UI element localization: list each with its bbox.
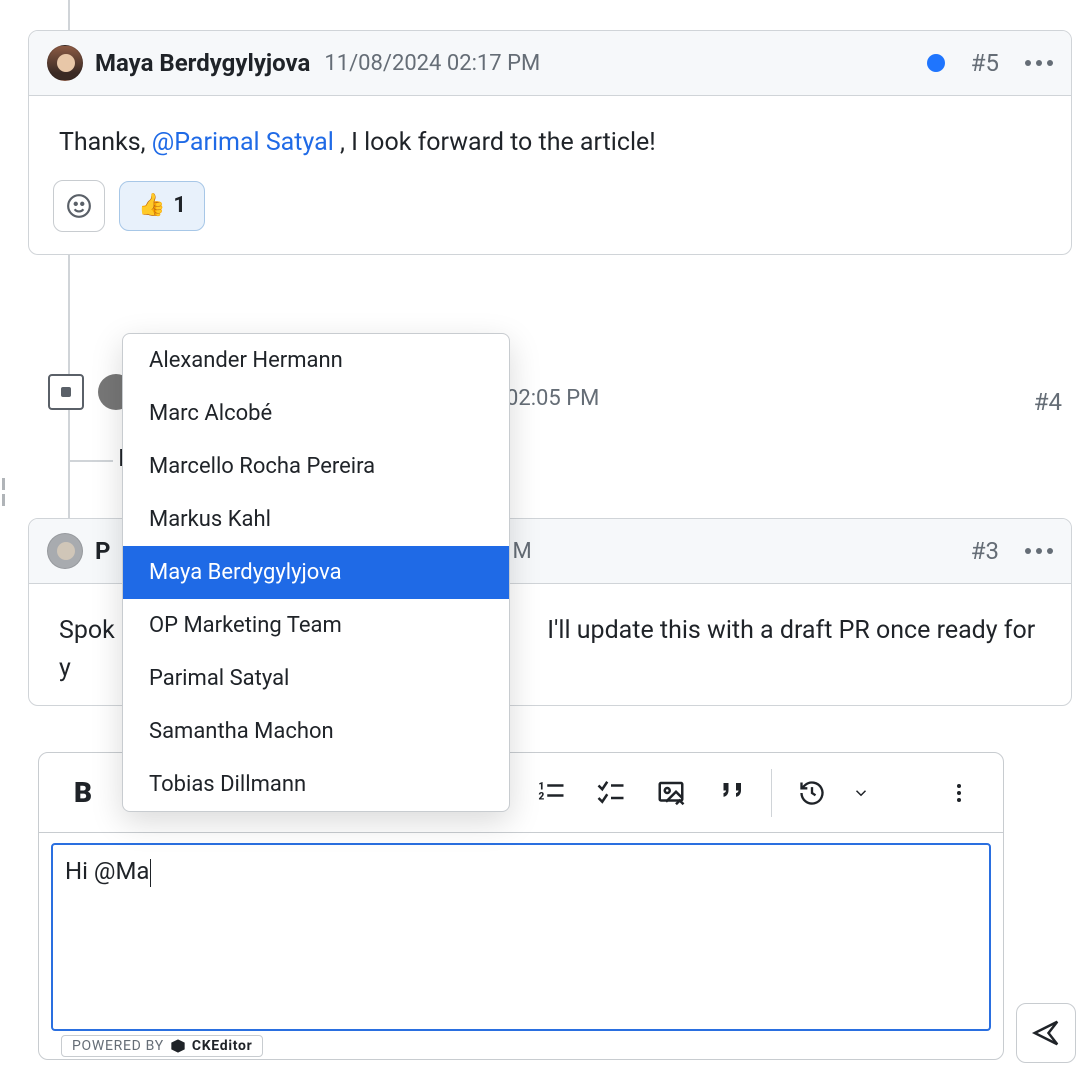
thumbsup-icon: 👍 — [138, 193, 165, 218]
comment-number[interactable]: #5 — [971, 49, 999, 77]
numbered-list-button[interactable]: 12 — [525, 767, 577, 819]
mention-suggestion[interactable]: Tobias Dillmann — [123, 758, 509, 811]
avatar[interactable] — [47, 533, 83, 569]
mention-suggestion[interactable]: Parimal Satyal — [123, 652, 509, 705]
comment-text: Spok — [59, 616, 115, 645]
mention-suggestion[interactable]: Samantha Machon — [123, 705, 509, 758]
blockquote-button[interactable] — [705, 767, 757, 819]
checklist-icon — [596, 778, 626, 808]
comment-number[interactable]: #3 — [971, 537, 999, 565]
editor-content: Hi @Ma — [65, 857, 149, 885]
history-icon — [798, 779, 826, 807]
mention-suggestion[interactable]: OP Marketing Team — [123, 599, 509, 652]
more-menu-icon[interactable] — [1025, 548, 1053, 554]
send-icon — [1031, 1018, 1061, 1048]
toolbar-separator — [771, 769, 772, 817]
history-dropdown[interactable] — [846, 767, 876, 819]
more-tools-button[interactable] — [933, 767, 985, 819]
comment-number[interactable]: #4 — [1034, 388, 1062, 416]
numbered-list-icon: 12 — [536, 778, 566, 808]
powered-brand: CKEditor — [192, 1038, 253, 1054]
image-button[interactable] — [645, 767, 697, 819]
comment-timestamp: M — [512, 539, 531, 564]
mention-link[interactable]: @Parimal Satyal — [152, 128, 334, 157]
bold-label: B — [74, 776, 92, 809]
mention-suggestion[interactable]: Maya Berdygylyjova — [123, 546, 509, 599]
bold-button[interactable]: B — [57, 767, 109, 819]
mention-suggestion[interactable]: Alexander Hermann — [123, 334, 509, 387]
more-menu-icon[interactable] — [1025, 60, 1053, 66]
mention-suggestion[interactable]: Marc Alcobé — [123, 387, 509, 440]
ckeditor-logo-icon — [170, 1038, 186, 1054]
history-button[interactable] — [786, 767, 838, 819]
comment-text: , I look forward to the article! — [334, 128, 656, 157]
kebab-icon — [947, 781, 971, 805]
image-icon — [656, 778, 686, 808]
thread-branch — [68, 460, 113, 462]
smiley-icon — [66, 193, 92, 219]
reactions-bar: 👍 1 — [29, 180, 1071, 254]
comment-author[interactable]: Maya Berdygylyjova — [95, 49, 310, 77]
checklist-button[interactable] — [585, 767, 637, 819]
mention-popup: Alexander HermannMarc AlcobéMarcello Roc… — [122, 333, 510, 812]
avatar[interactable] — [47, 45, 83, 81]
add-reaction-button[interactable] — [53, 180, 105, 232]
editor-textarea[interactable]: Hi @Ma — [51, 843, 991, 1031]
reaction-thumbsup[interactable]: 👍 1 — [119, 181, 205, 231]
comment-body: Thanks, @Parimal Satyal , I look forward… — [29, 96, 1071, 180]
comment-text: Thanks, — [59, 128, 152, 157]
send-button[interactable] — [1016, 1003, 1076, 1063]
svg-text:2: 2 — [539, 791, 545, 802]
reaction-count: 1 — [173, 193, 186, 218]
mention-suggestion[interactable]: Markus Kahl — [123, 493, 509, 546]
comment-author[interactable]: P — [95, 537, 110, 565]
powered-label: POWERED BY — [72, 1038, 164, 1054]
comment-card: Maya Berdygylyjova 11/08/2024 02:17 PM #… — [28, 30, 1072, 255]
powered-by-badge[interactable]: POWERED BY CKEditor — [61, 1035, 263, 1057]
collapse-toggle-icon[interactable] — [48, 374, 84, 410]
quote-icon — [716, 778, 746, 808]
comment-timestamp: 02:05 PM — [506, 386, 599, 411]
text-caret — [150, 859, 151, 887]
unread-indicator[interactable] — [927, 54, 945, 72]
drag-handle[interactable] — [0, 478, 10, 506]
mention-suggestion[interactable]: Marcello Rocha Pereira — [123, 440, 509, 493]
comment-header: Maya Berdygylyjova 11/08/2024 02:17 PM #… — [29, 31, 1071, 96]
editor-area[interactable]: Hi @Ma POWERED BY CKEditor — [39, 833, 1003, 1059]
comment-timestamp: 11/08/2024 02:17 PM — [324, 51, 540, 76]
chevron-down-icon — [852, 784, 870, 802]
